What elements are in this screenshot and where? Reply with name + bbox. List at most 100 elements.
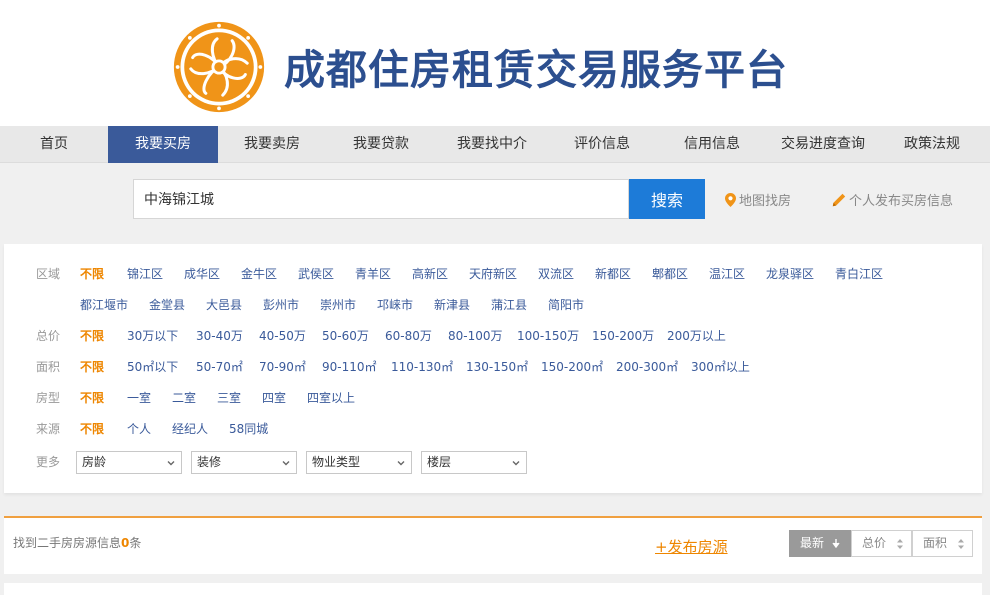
filter-option[interactable]: 50-60万 — [322, 326, 369, 346]
filter-option[interactable]: 天府新区 — [469, 264, 517, 284]
chevron-down-icon — [397, 461, 405, 466]
filter-row-region: 区域 不限 锦江区 成华区 金牛区 武侯区 青羊区 高新区 天府新区 双流区 新… — [4, 264, 982, 284]
select-building-age[interactable]: 房龄 — [76, 451, 182, 474]
filter-option[interactable]: 简阳市 — [548, 295, 584, 315]
map-link-label: 地图找房 — [739, 194, 792, 209]
filter-row-area: 面积 不限 50㎡以下 50-70㎡ 70-90㎡ 90-110㎡ 110-13… — [4, 357, 982, 377]
listing-area — [4, 583, 982, 595]
sort-label: 最新 — [800, 536, 825, 550]
filter-option[interactable]: 100-150万 — [517, 326, 579, 346]
filter-option[interactable]: 200万以上 — [667, 326, 726, 346]
filter-option[interactable]: 高新区 — [412, 264, 448, 284]
select-floor[interactable]: 楼层 — [421, 451, 527, 474]
sort-label: 面积 — [923, 536, 948, 550]
filter-option[interactable]: 150-200㎡ — [541, 357, 603, 377]
nav-item-policy[interactable]: 政策法规 — [878, 126, 986, 163]
filter-option[interactable]: 新都区 — [595, 264, 631, 284]
filter-option[interactable]: 都江堰市 — [80, 295, 128, 315]
results-bar: 找到二手房房源信息0条 +发布房源 最新 总价 面积 — [4, 516, 982, 574]
filter-option[interactable]: 40-50万 — [259, 326, 306, 346]
up-down-arrows-icon — [958, 539, 964, 549]
filter-option[interactable]: 50㎡以下 — [127, 357, 178, 377]
filter-option[interactable]: 不限 — [80, 388, 104, 408]
down-arrow-icon — [832, 539, 840, 548]
nav-item-home[interactable]: 首页 — [0, 126, 108, 163]
filter-option[interactable]: 90-110㎡ — [322, 357, 377, 377]
sort-price-button[interactable]: 总价 — [851, 530, 912, 557]
filter-option[interactable]: 60-80万 — [385, 326, 432, 346]
filter-option[interactable]: 青白江区 — [835, 264, 883, 284]
nav-item-buy[interactable]: 我要买房 — [108, 126, 218, 163]
filter-option[interactable]: 80-100万 — [448, 326, 503, 346]
select-property-type[interactable]: 物业类型 — [306, 451, 412, 474]
search-input[interactable] — [133, 179, 629, 219]
filter-label-rooms: 房型 — [36, 391, 61, 405]
filter-option[interactable]: 30万以下 — [127, 326, 178, 346]
sort-area-button[interactable]: 面积 — [912, 530, 973, 557]
filter-label-area: 面积 — [36, 360, 61, 374]
filter-option[interactable]: 30-40万 — [196, 326, 243, 346]
select-value: 装修 — [197, 455, 222, 469]
nav-item-credit[interactable]: 信用信息 — [656, 126, 768, 163]
filter-option[interactable]: 蒲江县 — [491, 295, 527, 315]
filter-option[interactable]: 三室 — [217, 388, 241, 408]
filter-option[interactable]: 不限 — [80, 419, 104, 439]
filter-option[interactable]: 不限 — [80, 326, 104, 346]
filter-row-price: 总价 不限 30万以下 30-40万 40-50万 50-60万 60-80万 … — [4, 326, 982, 346]
filter-option[interactable]: 70-90㎡ — [259, 357, 306, 377]
chevron-down-icon — [167, 461, 175, 466]
filter-option[interactable]: 郫都区 — [652, 264, 688, 284]
select-decoration[interactable]: 装修 — [191, 451, 297, 474]
site-title: 成都住房租赁交易服务平台 — [284, 46, 788, 94]
filter-option[interactable]: 50-70㎡ — [196, 357, 243, 377]
filter-option[interactable]: 58同城 — [229, 419, 268, 439]
filter-option[interactable]: 经纪人 — [172, 419, 208, 439]
nav-item-agency[interactable]: 我要找中介 — [436, 126, 548, 163]
filter-option[interactable]: 四室以上 — [307, 388, 355, 408]
filter-option[interactable]: 金堂县 — [149, 295, 185, 315]
filter-option[interactable]: 一室 — [127, 388, 151, 408]
results-suffix: 条 — [129, 536, 142, 550]
pencil-icon — [832, 193, 846, 207]
publish-buy-info-link[interactable]: 个人发布买房信息 — [832, 190, 953, 209]
nav-item-loan[interactable]: 我要贷款 — [326, 126, 436, 163]
filter-option[interactable]: 130-150㎡ — [466, 357, 528, 377]
chevron-down-icon — [282, 461, 290, 466]
filter-option[interactable]: 200-300㎡ — [616, 357, 678, 377]
nav-item-progress[interactable]: 交易进度查询 — [768, 126, 878, 163]
filter-option[interactable]: 新津县 — [434, 295, 470, 315]
up-down-arrows-icon — [897, 539, 903, 549]
logo-icon[interactable] — [172, 20, 266, 114]
filter-option[interactable]: 大邑县 — [206, 295, 242, 315]
filter-option[interactable]: 锦江区 — [127, 264, 163, 284]
filter-option[interactable]: 彭州市 — [263, 295, 299, 315]
filter-option[interactable]: 邛崃市 — [377, 295, 413, 315]
filter-option[interactable]: 不限 — [80, 357, 104, 377]
filter-option[interactable]: 青羊区 — [355, 264, 391, 284]
post-listing-link[interactable]: +发布房源 — [655, 536, 728, 557]
filter-option[interactable]: 150-200万 — [592, 326, 654, 346]
filter-option[interactable]: 个人 — [127, 419, 151, 439]
filter-option[interactable]: 不限 — [80, 264, 104, 284]
filter-option[interactable]: 300㎡以上 — [691, 357, 750, 377]
select-value: 物业类型 — [312, 455, 361, 469]
filter-option[interactable]: 二室 — [172, 388, 196, 408]
filter-row-region-2: 都江堰市 金堂县 大邑县 彭州市 崇州市 邛崃市 新津县 蒲江县 简阳市 — [4, 295, 982, 315]
filter-option[interactable]: 四室 — [262, 388, 286, 408]
filter-option[interactable]: 崇州市 — [320, 295, 356, 315]
nav-item-reviews[interactable]: 评价信息 — [548, 126, 656, 163]
filter-option[interactable]: 温江区 — [709, 264, 745, 284]
filter-option[interactable]: 武侯区 — [298, 264, 334, 284]
sort-label: 总价 — [862, 536, 887, 550]
filter-label-region: 区域 — [36, 267, 61, 281]
sort-newest-button[interactable]: 最新 — [789, 530, 851, 557]
search-button[interactable]: 搜索 — [629, 179, 705, 219]
filter-option[interactable]: 金牛区 — [241, 264, 277, 284]
results-count-text: 找到二手房房源信息0条 — [13, 534, 141, 551]
filter-option[interactable]: 成华区 — [184, 264, 220, 284]
filter-option[interactable]: 双流区 — [538, 264, 574, 284]
nav-item-sell[interactable]: 我要卖房 — [218, 126, 326, 163]
map-search-link[interactable]: 地图找房 — [725, 190, 791, 209]
filter-option[interactable]: 龙泉驿区 — [766, 264, 814, 284]
filter-option[interactable]: 110-130㎡ — [391, 357, 453, 377]
